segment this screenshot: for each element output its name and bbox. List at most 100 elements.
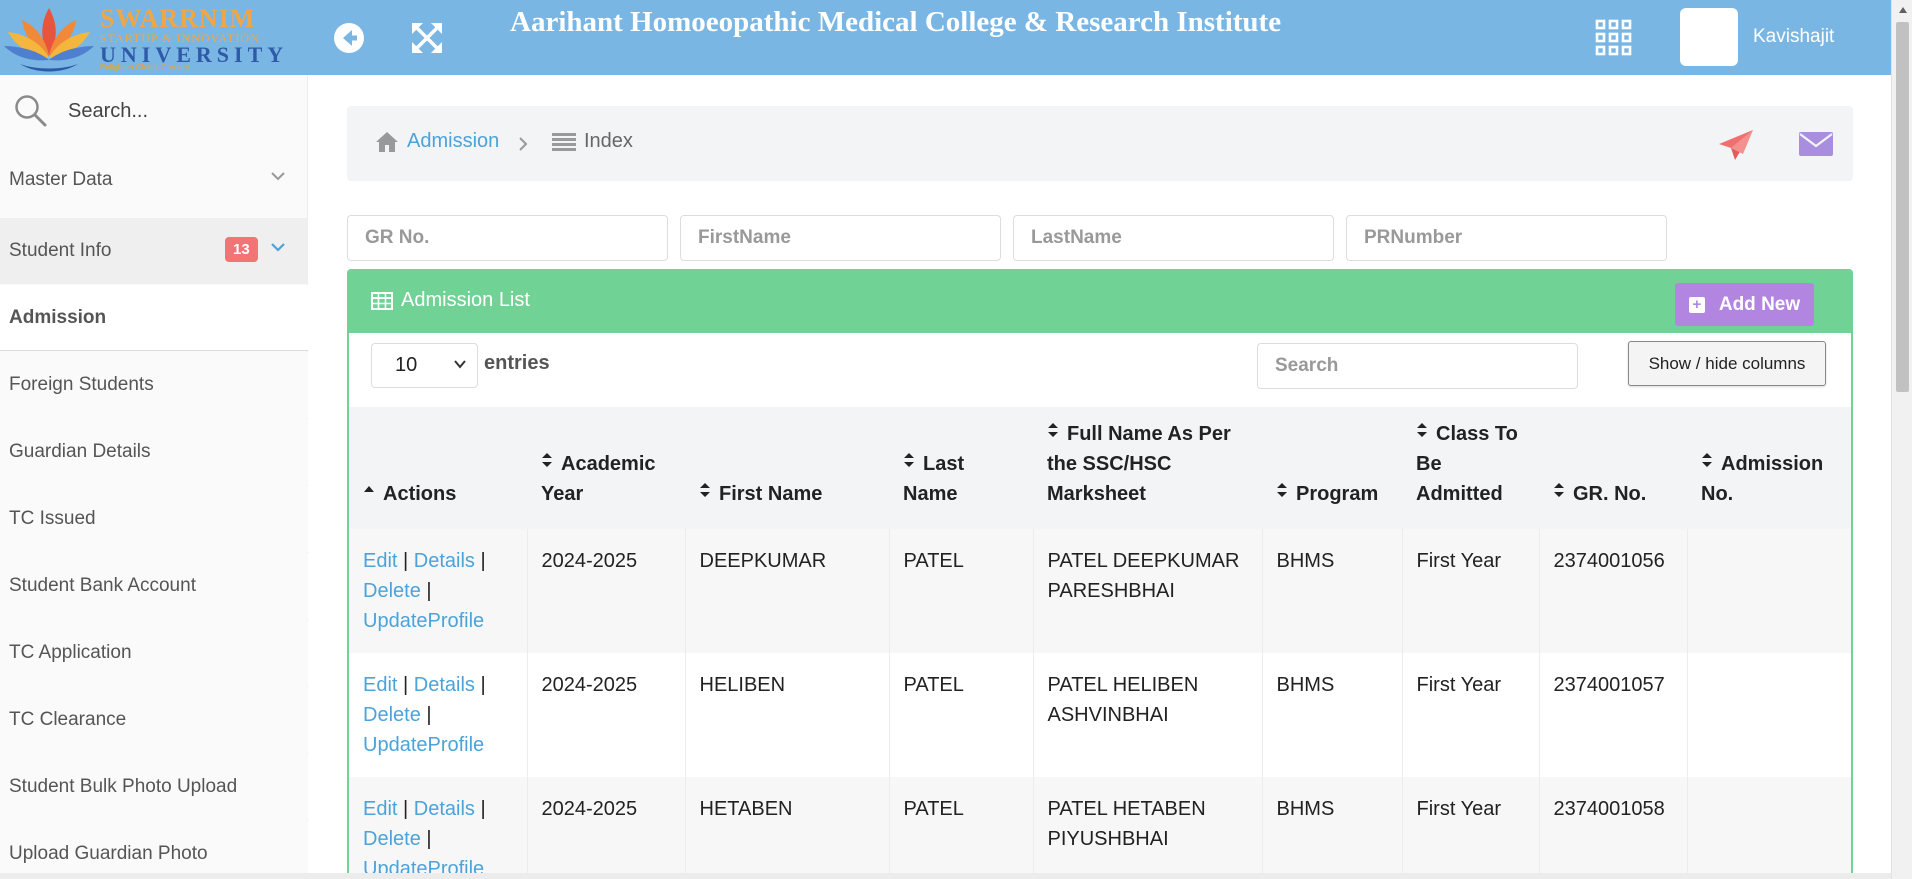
page-scrollbar[interactable] [1891, 0, 1912, 879]
column-header-admission-no[interactable]: Admission No. [1687, 407, 1851, 529]
admission-list-panel: Admission List + Add New 10 entries Sear… [347, 269, 1853, 879]
sort-icon [1277, 483, 1287, 497]
university-logo[interactable]: SWARRNIM STARTUP & INNOVATION UNIVERSITY… [0, 0, 310, 75]
sidebar-item-student-bulk-photo-upload[interactable]: Student Bulk Photo Upload [0, 754, 308, 820]
sidebar-item-label: TC Application [9, 642, 132, 663]
sidebar-item-label: Guardian Details [9, 441, 151, 462]
apps-menu-button[interactable] [1594, 18, 1634, 58]
fullscreen-button[interactable] [407, 18, 447, 58]
scrollbar-thumb[interactable] [1896, 22, 1909, 392]
bottom-scroll-strip [0, 873, 1891, 879]
top-header: SWARRNIM STARTUP & INNOVATION UNIVERSITY… [0, 0, 1891, 75]
column-header-last-name[interactable]: Last Name [889, 407, 1033, 529]
sidebar-group-student-info[interactable]: Student Info 13 [0, 218, 308, 284]
column-header-label: Class To Be Admitted [1416, 423, 1518, 505]
update-profile-link[interactable]: UpdateProfile [363, 734, 484, 756]
column-header-class[interactable]: Class To Be Admitted [1402, 407, 1539, 529]
mail-icon[interactable] [1799, 132, 1833, 156]
send-icon[interactable] [1717, 128, 1755, 162]
expand-icon [412, 23, 442, 53]
list-title-label: Admission List [401, 289, 530, 311]
cell-last-name: PATEL [889, 653, 1034, 777]
column-header-label: Admission No. [1701, 453, 1824, 505]
details-link[interactable]: Details [414, 674, 475, 696]
show-hide-columns-button[interactable]: Show / hide columns [1628, 341, 1826, 386]
table-row: Edit | Details | Delete | UpdateProfile … [349, 653, 1851, 777]
sidebar-item-label: TC Issued [9, 508, 96, 529]
sidebar-item-tc-clearance[interactable]: TC Clearance [0, 687, 308, 753]
sidebar-item-admission[interactable]: Admission [0, 285, 308, 351]
delete-link[interactable]: Delete [363, 580, 421, 602]
edit-link[interactable]: Edit [363, 550, 397, 572]
sort-icon [1048, 423, 1058, 437]
sidebar-item-foreign-students[interactable]: Foreign Students [0, 352, 308, 418]
sidebar: Search... Master Data Student Info 13 Ad… [0, 75, 308, 879]
back-button[interactable] [329, 18, 369, 58]
sidebar-item-tc-issued[interactable]: TC Issued [0, 486, 308, 552]
chevron-down-icon [454, 360, 466, 369]
cell-first-name: HETABEN [685, 777, 890, 879]
column-header-first-name[interactable]: First Name [685, 407, 889, 529]
gr-no-filter-input[interactable]: GR No. [347, 215, 668, 261]
sidebar-item-tc-application[interactable]: TC Application [0, 620, 308, 686]
cell-academic-year: 2024-2025 [527, 777, 686, 879]
add-new-label: Add New [1718, 293, 1801, 315]
page-size-select[interactable]: 10 [371, 343, 478, 388]
sidebar-group-master-data[interactable]: Master Data [0, 147, 308, 213]
details-link[interactable]: Details [414, 798, 475, 820]
sort-icon [1554, 483, 1564, 497]
edit-link[interactable]: Edit [363, 674, 397, 696]
pr-number-filter-input[interactable]: PRNumber [1346, 215, 1667, 261]
page-size-value: 10 [395, 354, 418, 376]
separator: | [403, 550, 409, 572]
sidebar-item-student-bank-account[interactable]: Student Bank Account [0, 553, 308, 619]
separator: | [480, 674, 486, 696]
cell-class: First Year [1402, 777, 1540, 879]
details-link[interactable]: Details [414, 550, 475, 572]
cell-gr-no: 2374001058 [1539, 777, 1688, 879]
first-name-filter-input[interactable]: FirstName [680, 215, 1001, 261]
apps-grid-icon [1595, 19, 1632, 56]
edit-link[interactable]: Edit [363, 798, 397, 820]
scroll-up-arrow-icon[interactable] [1892, 0, 1912, 20]
column-header-label: Academic Year [541, 453, 656, 505]
sidebar-search-placeholder: Search... [68, 99, 149, 122]
sidebar-item-label: Upload Guardian Photo [9, 843, 208, 864]
cell-program: BHMS [1262, 777, 1403, 879]
sidebar-item-upload-guardian-photo[interactable]: Upload Guardian Photo [0, 821, 308, 879]
update-profile-link[interactable]: UpdateProfile [363, 610, 484, 632]
delete-link[interactable]: Delete [363, 828, 421, 850]
sidebar-group-label: Student Info [9, 240, 112, 261]
separator: | [480, 798, 486, 820]
student-info-count-badge: 13 [225, 237, 258, 262]
sidebar-item-label: Student Bank Account [9, 575, 196, 596]
user-avatar[interactable] [1680, 8, 1738, 66]
add-new-button[interactable]: + Add New [1675, 283, 1814, 326]
cell-academic-year: 2024-2025 [527, 653, 686, 777]
user-name[interactable]: Kavishajit [1753, 26, 1834, 48]
entries-label: entries [484, 352, 550, 374]
cell-full-name: PATEL DEEPKUMAR PARESHBHAI [1033, 529, 1263, 653]
table-row: Edit | Details | Delete | UpdateProfile … [349, 529, 1851, 653]
table-icon [371, 291, 393, 310]
logo-name: SWARRNIM [100, 4, 256, 33]
sort-icon [1702, 453, 1712, 467]
sidebar-item-guardian-details[interactable]: Guardian Details [0, 419, 308, 485]
column-header-program[interactable]: Program [1262, 407, 1402, 529]
column-header-full-name[interactable]: Full Name As Per the SSC/HSC Marksheet [1033, 407, 1262, 529]
cell-class: First Year [1402, 529, 1540, 653]
cell-program: BHMS [1262, 653, 1403, 777]
separator: | [403, 798, 409, 820]
column-header-gr-no[interactable]: GR. No. [1539, 407, 1687, 529]
breadcrumb: Admission Index [347, 106, 1853, 181]
column-header-academic-year[interactable]: Academic Year [527, 407, 685, 529]
row-actions: Edit | Details | Delete | UpdateProfile [349, 529, 528, 653]
breadcrumb-home[interactable]: Admission [375, 130, 499, 153]
table-search-input[interactable]: Search [1257, 343, 1578, 389]
sidebar-item-label: TC Clearance [9, 709, 127, 730]
delete-link[interactable]: Delete [363, 704, 421, 726]
column-header-actions[interactable]: Actions [349, 407, 527, 529]
chevron-down-icon [271, 243, 285, 252]
last-name-filter-input[interactable]: LastName [1013, 215, 1334, 261]
sidebar-search[interactable]: Search... [0, 75, 308, 147]
